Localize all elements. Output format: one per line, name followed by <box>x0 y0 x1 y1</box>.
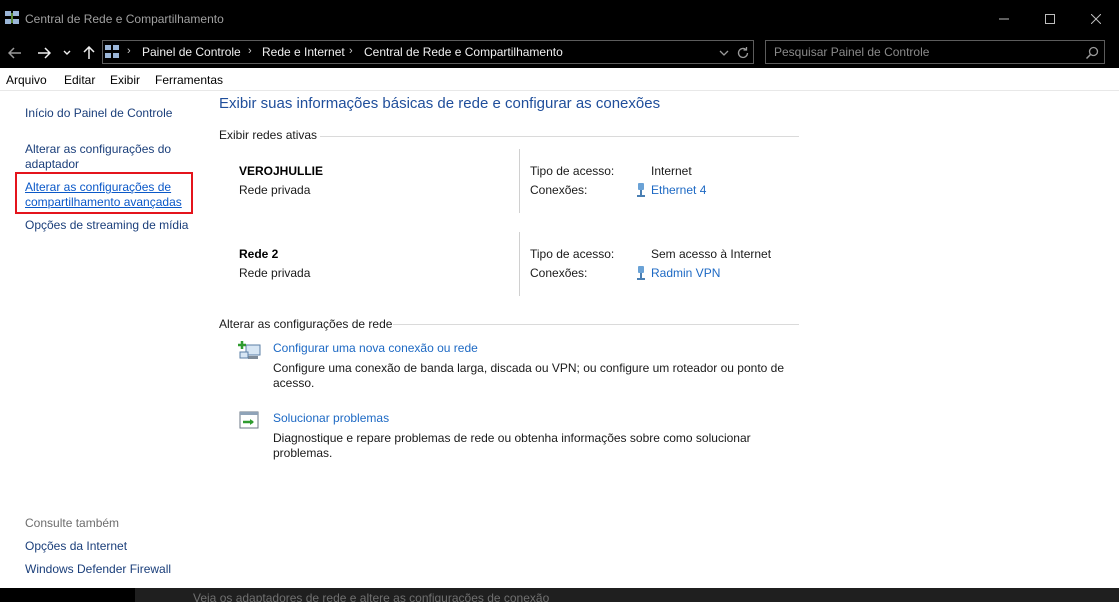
access-type-label: Tipo de acesso: <box>530 164 615 178</box>
window-title: Central de Rede e Compartilhamento <box>25 12 224 26</box>
change-settings-heading: Alterar as configurações de rede <box>219 317 393 331</box>
maximize-button[interactable] <box>1027 0 1073 38</box>
access-type-value: Sem acesso à Internet <box>651 247 772 261</box>
connection-link-radmin[interactable]: Radmin VPN <box>651 266 720 280</box>
breadcrumb-separator-icon: › <box>248 45 252 57</box>
up-button[interactable] <box>79 42 99 64</box>
section-divider <box>393 324 799 325</box>
breadcrumb-control-panel[interactable]: Painel de Controle <box>142 45 241 59</box>
close-button[interactable] <box>1073 0 1119 38</box>
content-area: Início do Painel de Controle Alterar as … <box>0 91 1119 588</box>
access-type-value: Internet <box>651 164 692 178</box>
search-input[interactable] <box>767 42 1067 62</box>
active-networks-heading: Exibir redes ativas <box>219 128 318 142</box>
task-description-line: acesso. <box>273 376 315 390</box>
sidebar-link-line: compartilhamento avançadas <box>25 195 182 209</box>
network-category: Rede privada <box>239 266 311 280</box>
access-type-label: Tipo de acesso: <box>530 247 615 261</box>
new-connection-icon <box>238 340 262 362</box>
search-box <box>765 40 1105 64</box>
troubleshoot-icon <box>238 410 262 432</box>
breadcrumb-network-center[interactable]: Central de Rede e Compartilhamento <box>364 45 563 59</box>
tooltip-text: Veja os adaptadores de rede e altere as … <box>193 591 550 602</box>
breadcrumb-separator-icon: › <box>127 45 131 57</box>
section-divider <box>320 136 799 137</box>
network-center-icon <box>5 11 19 25</box>
sidebar-change-adapter-settings[interactable]: Alterar as configurações do adaptador <box>25 142 171 172</box>
sidebar-media-streaming-options[interactable]: Opções de streaming de mídia <box>25 218 188 233</box>
back-button[interactable] <box>4 42 26 64</box>
forward-button[interactable] <box>32 42 56 64</box>
connections-label: Conexões: <box>530 266 588 280</box>
network-category: Rede privada <box>239 183 311 197</box>
network-name: VEROJHULLIE <box>239 164 324 178</box>
sidebar-advanced-sharing-settings[interactable]: Alterar as configurações de compartilham… <box>25 180 182 210</box>
status-strip: Veja os adaptadores de rede e altere as … <box>0 588 1119 602</box>
navigation-bar: › Painel de Controle › Rede e Internet ›… <box>0 38 1119 68</box>
task-description: Configure uma conexão de banda larga, di… <box>273 361 803 391</box>
page-title: Exibir suas informações básicas de rede … <box>219 95 661 112</box>
task-description-line: Diagnostique e repare problemas de rede … <box>273 431 751 445</box>
see-also-windows-firewall[interactable]: Windows Defender Firewall <box>25 562 171 577</box>
menu-tools[interactable]: Ferramentas <box>155 73 223 87</box>
ethernet-icon <box>636 266 646 280</box>
sidebar-link-line: Alterar as configurações de <box>25 180 172 194</box>
search-icon[interactable] <box>1084 45 1100 61</box>
task-description-line: Configure uma conexão de banda larga, di… <box>273 361 785 375</box>
breadcrumb-network-internet[interactable]: Rede e Internet <box>262 45 345 59</box>
menu-file[interactable]: Arquivo <box>6 73 47 87</box>
minimize-button[interactable] <box>981 0 1027 38</box>
task-description: Diagnostique e repare problemas de rede … <box>273 431 803 461</box>
task-description-line: problemas. <box>273 446 333 460</box>
see-also-heading: Consulte também <box>25 516 120 530</box>
menu-view[interactable]: Exibir <box>110 73 140 87</box>
chevron-down-icon[interactable] <box>717 46 731 60</box>
title-bar: Central de Rede e Compartilhamento <box>0 0 1119 38</box>
menu-edit[interactable]: Editar <box>64 73 95 87</box>
troubleshoot-link[interactable]: Solucionar problemas <box>273 411 389 425</box>
address-bar[interactable]: › Painel de Controle › Rede e Internet ›… <box>102 40 754 64</box>
network-name: Rede 2 <box>239 247 279 261</box>
sidebar-control-panel-home[interactable]: Início do Painel de Controle <box>25 106 172 121</box>
ethernet-icon <box>636 183 646 197</box>
breadcrumb-separator-icon: › <box>349 45 353 57</box>
control-panel-icon <box>105 45 119 59</box>
network-divider <box>519 232 520 296</box>
network-divider <box>519 149 520 213</box>
see-also-internet-options[interactable]: Opções da Internet <box>25 539 127 554</box>
menu-bar: Arquivo Editar Exibir Ferramentas <box>0 68 1119 91</box>
sidebar-link-line: adaptador <box>25 157 80 171</box>
connection-link-ethernet[interactable]: Ethernet 4 <box>651 183 706 197</box>
connections-label: Conexões: <box>530 183 588 197</box>
refresh-icon[interactable] <box>735 45 751 61</box>
sidebar-link-line: Alterar as configurações do <box>25 142 172 156</box>
setup-new-connection-link[interactable]: Configurar uma nova conexão ou rede <box>273 341 478 355</box>
recent-locations-button[interactable] <box>59 42 75 64</box>
